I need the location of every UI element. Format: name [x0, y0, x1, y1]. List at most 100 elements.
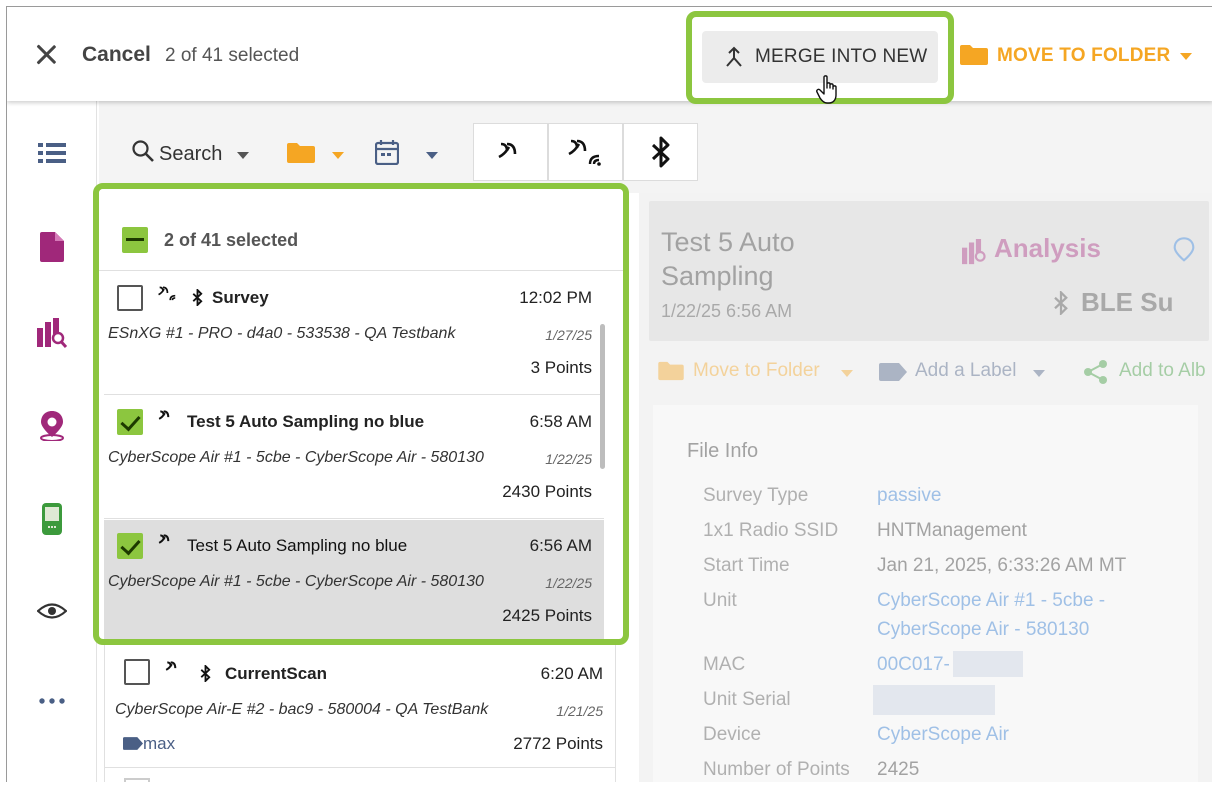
label-icon — [123, 737, 143, 750]
merge-into-new-label: MERGE INTO NEW — [755, 46, 928, 67]
row-description: CyberScope Air #1 - 5cbe - CyberScope Ai… — [108, 573, 484, 590]
list-header: 2 of 41 selected — [99, 189, 623, 271]
row-points: 3 Points — [530, 358, 592, 377]
row-checkbox[interactable] — [124, 659, 150, 685]
chevron-down-icon[interactable] — [332, 152, 344, 159]
selection-toolbar: Cancel 2 of 41 selected MERGE INTO NEW M… — [7, 7, 1212, 104]
tab-analysis[interactable]: Analysis — [994, 233, 1101, 264]
file-info-card: File Info Survey Type passive 1x1 Radio … — [653, 405, 1198, 782]
tab-ble-survey[interactable]: BLE Su — [1081, 287, 1173, 318]
row-checkbox[interactable] — [117, 533, 143, 559]
close-icon[interactable] — [35, 43, 57, 65]
partial-row — [105, 770, 615, 782]
detail-panel: Test 5 Auto Sampling 1/22/25 6:56 AM Ana… — [639, 193, 1212, 782]
field-value: passive — [877, 485, 942, 506]
wifi-signal-icon — [497, 142, 516, 159]
search-icon[interactable] — [131, 139, 155, 163]
cancel-button[interactable]: Cancel — [82, 43, 151, 67]
filter-bar: Search — [99, 101, 1212, 193]
chevron-down-icon[interactable] — [1033, 370, 1045, 377]
map-pin-icon — [1173, 237, 1195, 262]
wifi-scan-filter-toggle[interactable] — [548, 123, 623, 181]
row-time: 6:20 AM — [540, 664, 603, 683]
chevron-down-icon[interactable] — [841, 370, 853, 377]
redaction — [953, 651, 1023, 677]
survey-list-continued: CurrentScan 6:20 AM CyberScope Air-E #2 … — [104, 645, 616, 782]
row-points: 2772 Points — [513, 734, 603, 753]
unit-link[interactable]: CyberScope Air #1 - 5cbe - — [877, 590, 1105, 612]
row-points: 2430 Points — [502, 482, 592, 501]
chevron-down-icon[interactable] — [426, 152, 438, 159]
more-icon[interactable] — [7, 681, 97, 721]
merge-highlight: MERGE INTO NEW — [686, 11, 954, 104]
row-description: CyberScope Air #1 - 5cbe - CyberScope Ai… — [108, 449, 484, 466]
bluetooth-icon — [651, 136, 669, 168]
list-scrollbar[interactable] — [600, 324, 605, 469]
row-date: 1/27/25 — [545, 327, 592, 343]
folder-icon — [658, 361, 684, 381]
select-all-checkbox[interactable] — [122, 227, 148, 253]
map-pin-icon[interactable] — [7, 406, 97, 446]
analysis-icon — [962, 239, 986, 265]
field-value: 00C017- — [877, 654, 950, 675]
merge-icon — [726, 46, 742, 67]
chevron-down-icon[interactable] — [237, 152, 249, 159]
row-time: 12:02 PM — [519, 288, 592, 307]
row-title: Test 5 Auto Sampling no blue — [187, 536, 408, 555]
row-points: 2425 Points — [502, 606, 592, 625]
bluetooth-icon — [200, 665, 211, 682]
field-key: Device — [703, 724, 762, 745]
field-key: Number of Points — [703, 759, 850, 780]
share-icon — [1084, 360, 1107, 384]
field-value: HNTManagement — [877, 520, 1027, 541]
list-item[interactable]: Survey 12:02 PM ESnXG #1 - PRO - d4a0 - … — [104, 272, 604, 395]
row-checkbox — [124, 778, 150, 782]
file-info-title: File Info — [687, 440, 759, 462]
analysis-icon[interactable] — [7, 313, 97, 353]
list-view-icon[interactable] — [7, 133, 97, 173]
field-key: MAC — [703, 654, 746, 675]
row-label-tag[interactable]: max — [143, 734, 175, 754]
wifi-scan-icon — [567, 139, 601, 166]
detail-add-to-album[interactable]: Add to Alb — [1119, 360, 1206, 382]
bluetooth-filter-toggle[interactable] — [623, 123, 698, 181]
row-date: 1/22/25 — [545, 451, 592, 467]
document-icon[interactable] — [7, 227, 97, 267]
row-checkbox[interactable] — [117, 409, 143, 435]
wifi-filter-toggle[interactable] — [473, 123, 548, 181]
detail-title: Test 5 Auto Sampling — [661, 227, 795, 291]
folder-icon[interactable] — [959, 44, 989, 66]
label-icon — [879, 363, 907, 381]
list-item[interactable]: Test 5 Auto Sampling no blue 6:56 AM Cyb… — [104, 520, 604, 639]
chevron-down-icon[interactable] — [1180, 53, 1192, 60]
field-key: Survey Type — [703, 485, 809, 506]
search-dropdown[interactable]: Search — [159, 143, 222, 166]
field-value: 2425 — [877, 759, 920, 780]
row-title: CurrentScan — [225, 664, 328, 683]
detail-move-to-folder[interactable]: Move to Folder — [693, 360, 820, 382]
row-title: Test 5 Auto Sampling no blue — [187, 412, 425, 431]
selection-count: 2 of 41 selected — [165, 45, 300, 66]
row-checkbox[interactable] — [117, 285, 143, 311]
wifi-signal-icon — [158, 534, 170, 544]
app-window: Cancel 2 of 41 selected MERGE INTO NEW M… — [6, 6, 1212, 782]
redaction — [873, 685, 995, 715]
device-icon[interactable] — [7, 499, 97, 539]
detail-date: 1/22/25 6:56 AM — [661, 301, 793, 321]
list-item[interactable]: Test 5 Auto Sampling no blue 6:58 AM Cyb… — [104, 396, 604, 519]
list-selection-count: 2 of 41 selected — [164, 230, 299, 250]
survey-list-highlight: 2 of 41 selected Survey 12:02 PM ESnXG #… — [93, 183, 629, 645]
move-to-folder-button[interactable]: MOVE TO FOLDER — [997, 45, 1170, 67]
list-item[interactable]: CurrentScan 6:20 AM CyberScope Air-E #2 … — [105, 645, 615, 768]
folder-filter-icon[interactable] — [286, 142, 316, 164]
unit-link[interactable]: CyberScope Air - 580130 — [877, 619, 1089, 641]
detail-add-label[interactable]: Add a Label — [915, 360, 1016, 382]
row-date: 1/21/25 — [556, 703, 603, 719]
field-value: CyberScope Air — [877, 724, 1010, 745]
bluetooth-icon — [1054, 291, 1068, 315]
wifi-signal-icon — [165, 661, 177, 671]
row-title: Survey — [212, 288, 269, 307]
calendar-icon[interactable] — [375, 139, 399, 165]
hand-cursor-icon — [816, 75, 837, 104]
eye-icon[interactable] — [7, 591, 97, 631]
